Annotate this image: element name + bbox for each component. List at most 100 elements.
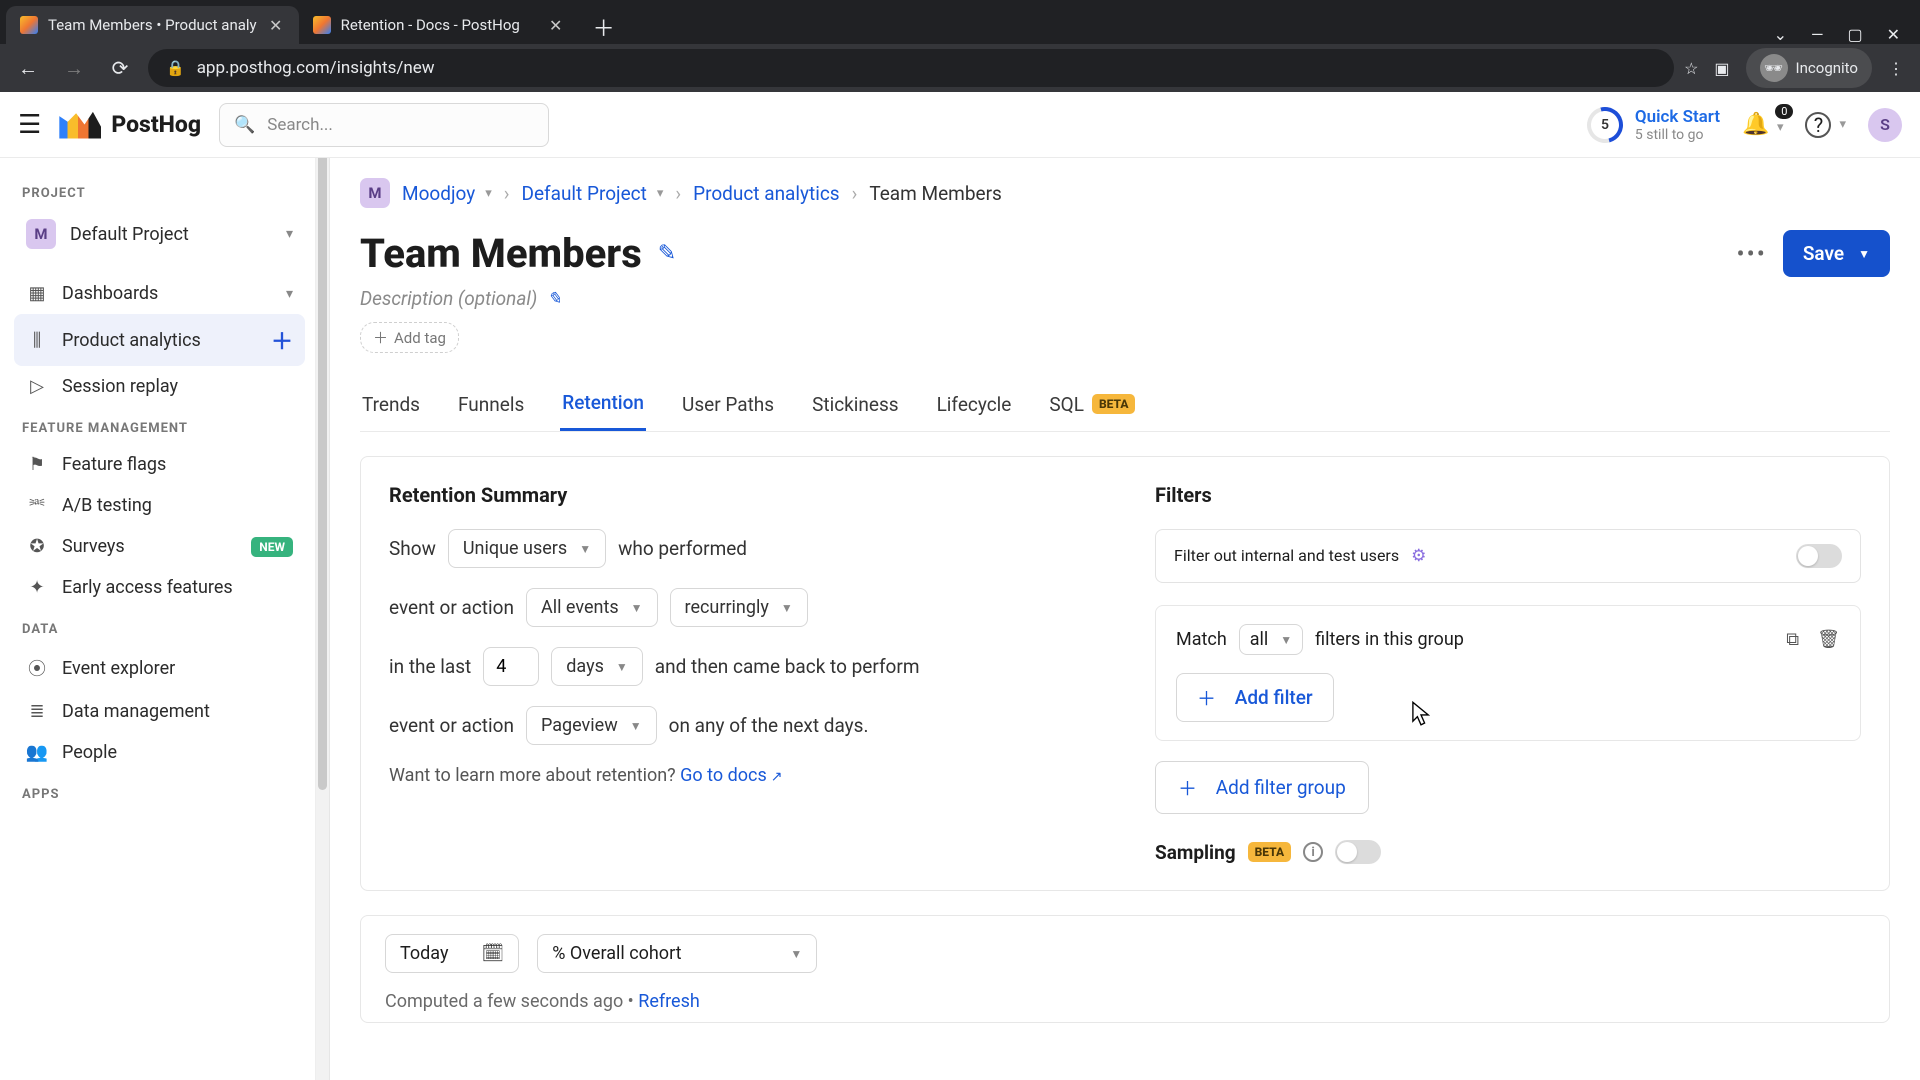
info-icon[interactable]: i [1303, 842, 1323, 862]
tab-user-paths[interactable]: User Paths [680, 381, 776, 431]
event2-dropdown[interactable]: Pageview▼ [526, 706, 657, 745]
add-tag-button[interactable]: ＋Add tag [360, 322, 459, 353]
close-window-icon[interactable]: ✕ [1887, 25, 1900, 44]
url-field[interactable]: 🔒 app.posthog.com/insights/new [148, 49, 1674, 87]
period-count-input[interactable] [483, 647, 539, 686]
reload-icon[interactable]: ⟳ [102, 50, 138, 86]
user-avatar[interactable]: S [1868, 108, 1902, 142]
chevron-down-icon[interactable]: ▾ [1839, 117, 1846, 132]
new-tab-button[interactable]: ＋ [587, 10, 621, 44]
org-chip[interactable]: M [360, 178, 390, 208]
browser-tab[interactable]: Retention - Docs - PostHog ✕ [299, 6, 579, 44]
progress-ring-icon: 5 [1580, 100, 1629, 149]
incognito-indicator[interactable]: 🕶 Incognito [1746, 48, 1872, 88]
tab-stickiness[interactable]: Stickiness [810, 381, 901, 431]
sidebar-project-selector[interactable]: M Default Project ▾ [14, 209, 305, 259]
minimize-icon[interactable]: — [1811, 25, 1824, 44]
chevron-down-icon[interactable]: ▾ [657, 186, 664, 201]
sidebar-item-feature-flags[interactable]: ⚑ Feature flags [14, 444, 305, 485]
chevron-down-icon[interactable]: ▾ [485, 186, 492, 201]
tab-funnels[interactable]: Funnels [456, 381, 526, 431]
incognito-label: Incognito [1796, 59, 1858, 77]
config-panel: Retention Summary Show Unique users▼ who… [360, 456, 1890, 891]
show-dropdown[interactable]: Unique users▼ [448, 529, 606, 568]
sidebar-item-ab-testing[interactable]: ⎃ A/B testing [14, 485, 305, 526]
go-to-docs-link[interactable]: Go to docs↗ [680, 765, 782, 786]
logo[interactable]: PostHog [59, 111, 201, 139]
forward-icon: → [56, 50, 92, 86]
hamburger-icon[interactable]: ☰ [18, 110, 41, 140]
sidebar: PROJECT M Default Project ▾ ▦ Dashboards… [0, 92, 316, 1080]
plus-icon[interactable]: ＋ [271, 324, 293, 356]
chevron-down-icon[interactable]: ⌄ [1774, 25, 1787, 44]
scrollbar-thumb[interactable] [318, 98, 327, 790]
sidebar-item-data-management[interactable]: ≣ Data management [14, 691, 305, 732]
logo-mark-icon [59, 111, 101, 139]
computed-status: Computed a few seconds ago • Refresh [385, 991, 1865, 1012]
sparkle-icon: ✦ [26, 577, 48, 598]
logo-text: PostHog [111, 111, 201, 138]
sidebar-item-dashboards[interactable]: ▦ Dashboards ▾ [14, 273, 305, 314]
cohort-mode-dropdown[interactable]: % Overall cohort▼ [537, 934, 817, 973]
quick-start[interactable]: 5 Quick Start 5 still to go [1587, 107, 1720, 143]
back-icon[interactable]: ← [10, 50, 46, 86]
more-menu-icon[interactable]: ••• [1737, 240, 1767, 268]
sidebar-item-early-access[interactable]: ✦ Early access features [14, 567, 305, 608]
sidebar-item-people[interactable]: 👥 People [14, 732, 305, 773]
add-filter-group-button[interactable]: ＋ Add filter group [1155, 761, 1369, 814]
breadcrumb-org[interactable]: Moodjoy [402, 182, 475, 205]
help-icon[interactable]: ? [1805, 112, 1831, 138]
internal-users-filter: Filter out internal and test users ⚙ [1155, 529, 1861, 583]
sidebar-item-event-explorer[interactable]: ⦿ Event explorer [14, 645, 305, 691]
edit-description-icon[interactable]: ✎ [547, 289, 561, 309]
tab-title: Retention - Docs - PostHog [341, 16, 537, 34]
chevron-right-icon: › [504, 182, 510, 205]
sampling-row: Sampling BETA i [1155, 840, 1861, 864]
match-dropdown[interactable]: all▼ [1239, 624, 1303, 655]
sidebar-item-product-analytics[interactable]: ⫼ Product analytics ＋ [14, 314, 305, 366]
chevron-down-icon: ▾ [286, 226, 293, 242]
add-filter-button[interactable]: ＋ Add filter [1176, 673, 1334, 722]
maximize-icon[interactable]: ▢ [1847, 25, 1862, 44]
date-range-dropdown[interactable]: Today 🗓 [385, 934, 519, 973]
browser-tab-active[interactable]: Team Members • Product analy ✕ [6, 6, 299, 44]
edit-title-icon[interactable]: ✎ [658, 241, 676, 266]
analytics-icon: ⫼ [26, 330, 48, 351]
chevron-right-icon: › [852, 182, 858, 205]
tab-sql[interactable]: SQLBETA [1047, 381, 1137, 431]
sidebar-scrollbar[interactable] [316, 92, 330, 1080]
description-placeholder[interactable]: Description (optional) [360, 287, 537, 310]
breadcrumb-project[interactable]: Default Project [521, 182, 646, 205]
live-icon: ⦿ [26, 655, 48, 681]
copy-group-icon[interactable]: ⧉ [1786, 629, 1799, 650]
breadcrumb: M Moodjoy ▾ › Default Project ▾ › Product … [360, 178, 1890, 208]
database-icon: ≣ [26, 701, 48, 722]
breadcrumb-section[interactable]: Product analytics [693, 182, 840, 205]
tab-close-icon[interactable]: ✕ [547, 16, 565, 34]
notifications-button[interactable]: 🔔 0 ▾ [1742, 112, 1783, 137]
gear-icon[interactable]: ⚙ [1411, 546, 1426, 566]
delete-group-icon[interactable]: 🗑 [1817, 629, 1840, 650]
calendar-icon: 🗓 [481, 943, 504, 964]
tab-trends[interactable]: Trends [360, 381, 422, 431]
bookmark-icon[interactable]: ☆ [1684, 59, 1698, 78]
chevron-down-icon: ▾ [1777, 120, 1784, 135]
sidebar-item-surveys[interactable]: ✪ Surveys NEW [14, 526, 305, 567]
extensions-icon[interactable]: ▣ [1714, 59, 1729, 78]
tab-lifecycle[interactable]: Lifecycle [935, 381, 1014, 431]
beta-badge: BETA [1092, 394, 1136, 414]
sampling-toggle[interactable] [1335, 840, 1381, 864]
event1-dropdown[interactable]: All events▼ [526, 588, 658, 627]
tab-close-icon[interactable]: ✕ [267, 16, 285, 34]
internal-users-toggle[interactable] [1796, 544, 1842, 568]
save-button[interactable]: Save▼ [1783, 230, 1890, 277]
period-unit-dropdown[interactable]: days▼ [551, 647, 643, 686]
recurrence-dropdown[interactable]: recurringly▼ [670, 588, 808, 627]
search-input[interactable]: 🔍 Search... [219, 103, 549, 147]
refresh-link[interactable]: Refresh [638, 991, 700, 1012]
browser-menu-icon[interactable]: ⋮ [1888, 59, 1904, 78]
tab-retention[interactable]: Retention [560, 381, 646, 431]
sidebar-item-session-replay[interactable]: ▷ Session replay [14, 366, 305, 407]
sidebar-section-apps: APPS [22, 787, 297, 802]
insight-tabs: Trends Funnels Retention User Paths Stic… [360, 381, 1890, 432]
